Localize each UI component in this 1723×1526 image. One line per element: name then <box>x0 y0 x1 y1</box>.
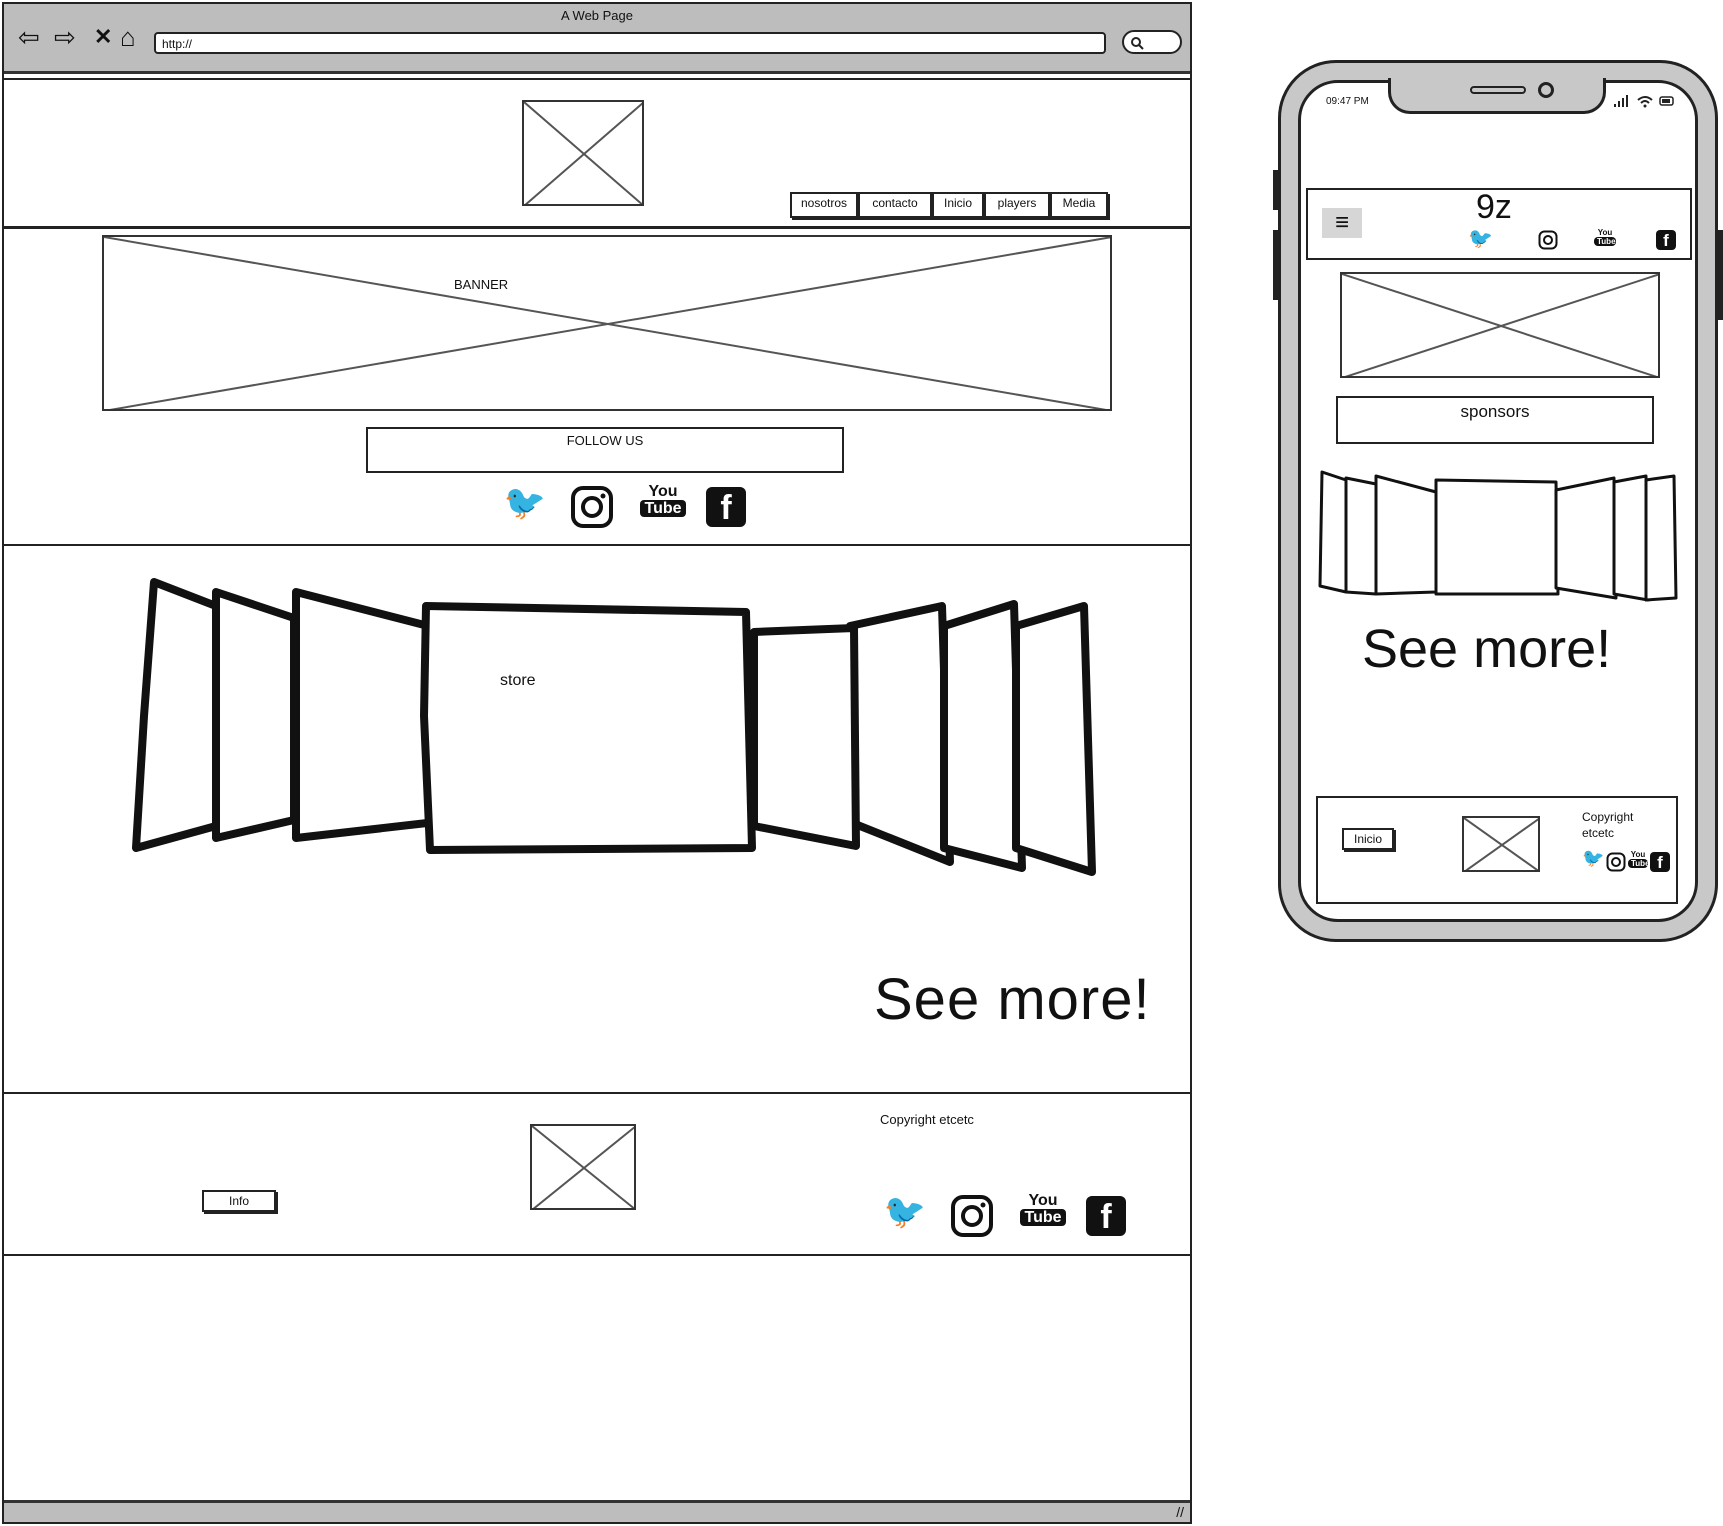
phone-power-button <box>1718 230 1723 320</box>
phone-banner-placeholder <box>1340 272 1660 378</box>
footer-facebook-icon[interactable]: f <box>1086 1196 1126 1236</box>
phone-footer-instagram-icon[interactable] <box>1606 852 1626 872</box>
browser-titlebar: A Web Page ⇦ ⇨ ✕ ⌂ http:// <box>4 4 1190 74</box>
nav-contacto[interactable]: contacto <box>858 192 932 218</box>
phone-youtube-icon[interactable]: You Tube <box>1594 228 1616 246</box>
phone-footer: Inicio Copyright etcetc 🐦 You Tube f <box>1316 796 1678 904</box>
phone-youtube-you-text: You <box>1597 228 1613 237</box>
site-header: nosotros contacto Inicio players Media <box>4 78 1190 224</box>
banner-section: BANNER FOLLOW US 🐦 You Tube f <box>4 226 1190 544</box>
phone-facebook-icon[interactable]: f <box>1656 230 1676 250</box>
phone-copyright-line1: Copyright <box>1582 810 1634 824</box>
youtube-icon[interactable]: You Tube <box>640 483 686 517</box>
phone-camera <box>1538 82 1554 98</box>
resize-grip-icon[interactable]: // <box>1176 1504 1184 1520</box>
follow-us-box: FOLLOW US <box>366 427 844 473</box>
phone-volume-button <box>1273 170 1278 210</box>
nav-media[interactable]: Media <box>1050 192 1108 218</box>
phone-footer-facebook-icon[interactable]: f <box>1650 852 1670 872</box>
phone-footer-youtube-tube-text: Tube <box>1628 859 1650 868</box>
footer-youtube-tube-text: Tube <box>1020 1209 1066 1226</box>
phone-instagram-icon[interactable] <box>1538 230 1558 250</box>
footer-logo-placeholder <box>530 1124 636 1210</box>
facebook-icon[interactable]: f <box>706 487 746 527</box>
info-button[interactable]: Info <box>202 1190 276 1212</box>
phone-notch <box>1388 78 1606 114</box>
site-footer: Info Copyright etcetc 🐦 You Tube f <box>4 1092 1190 1254</box>
phone-header: ≡ 9z 🐦 You Tube f <box>1306 188 1692 260</box>
browser-statusbar: // <box>4 1500 1190 1522</box>
back-icon[interactable]: ⇦ <box>18 24 40 50</box>
instagram-icon[interactable] <box>570 485 614 529</box>
phone-logo: 9z <box>1476 188 1512 226</box>
phone-time: 09:47 PM <box>1326 96 1369 107</box>
store-carousel[interactable] <box>124 576 1104 876</box>
search-button[interactable] <box>1122 30 1182 54</box>
phone-see-more-link[interactable]: See more! <box>1362 618 1611 680</box>
phone-copyright-line2: etcetc <box>1582 826 1615 840</box>
store-label: store <box>500 672 536 689</box>
top-nav: nosotros contacto Inicio players Media <box>790 192 1108 218</box>
phone-speaker <box>1470 86 1526 94</box>
youtube-you-text: You <box>648 483 678 500</box>
twitter-icon[interactable]: 🐦 <box>500 483 550 523</box>
store-section: store See more! <box>4 544 1190 1092</box>
youtube-tube-text: Tube <box>640 500 686 517</box>
phone-footer-logo-placeholder <box>1462 816 1540 872</box>
phone-status-icons <box>1614 95 1674 108</box>
phone-inicio-button[interactable]: Inicio <box>1342 828 1394 850</box>
footer-instagram-icon[interactable] <box>950 1194 994 1238</box>
nav-players[interactable]: players <box>984 192 1050 218</box>
logo-placeholder <box>522 100 644 206</box>
phone-volume-button <box>1273 230 1278 300</box>
banner-label: BANNER <box>454 277 509 292</box>
address-bar[interactable]: http:// <box>154 32 1106 54</box>
search-icon <box>1131 37 1144 50</box>
phone-sponsors-label: sponsors <box>1460 402 1530 421</box>
nav-inicio[interactable]: Inicio <box>932 192 984 218</box>
stop-icon[interactable]: ✕ <box>94 24 112 50</box>
phone-twitter-icon[interactable]: 🐦 <box>1468 226 1493 251</box>
footer-youtube-you-text: You <box>1028 1192 1058 1209</box>
window-title: A Web Page <box>560 8 634 23</box>
hamburger-menu-icon[interactable]: ≡ <box>1322 208 1362 238</box>
footer-copyright: Copyright etcetc <box>880 1112 974 1127</box>
nav-nosotros[interactable]: nosotros <box>790 192 858 218</box>
phone-footer-youtube-icon[interactable]: You Tube <box>1628 850 1650 868</box>
forward-icon[interactable]: ⇨ <box>54 24 76 50</box>
banner-placeholder <box>102 235 1112 411</box>
phone-footer-youtube-you-text: You <box>1630 850 1646 859</box>
see-more-link[interactable]: See more! <box>874 966 1151 1033</box>
phone-youtube-tube-text: Tube <box>1594 237 1616 246</box>
browser-window: A Web Page ⇦ ⇨ ✕ ⌂ http:// nosotros cont… <box>2 2 1192 1524</box>
footer-youtube-icon[interactable]: You Tube <box>1020 1192 1066 1226</box>
phone-footer-twitter-icon[interactable]: 🐦 <box>1582 848 1604 869</box>
phone-store-carousel[interactable] <box>1316 468 1680 604</box>
phone-sponsors-box: sponsors <box>1336 396 1654 444</box>
follow-us-label: FOLLOW US <box>566 433 644 448</box>
home-icon[interactable]: ⌂ <box>120 24 136 50</box>
footer-twitter-icon[interactable]: 🐦 <box>880 1192 930 1232</box>
empty-content-area <box>4 1254 1190 1500</box>
